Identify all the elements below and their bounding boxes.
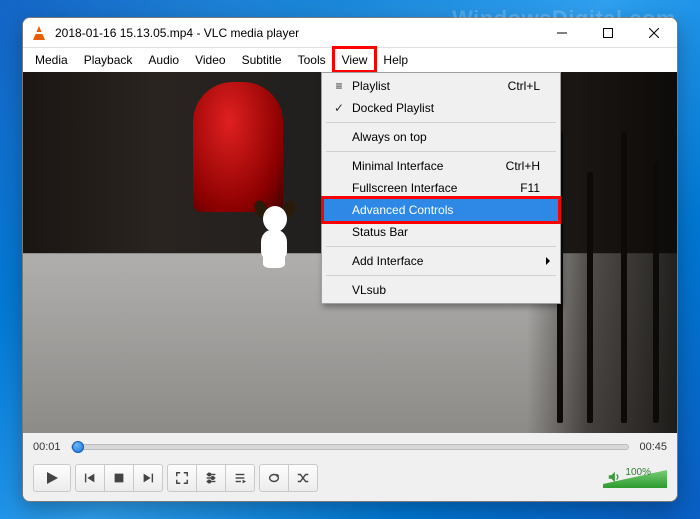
playlist-button[interactable] xyxy=(225,464,255,492)
volume-percent: 100% xyxy=(625,467,651,478)
shuffle-button[interactable] xyxy=(288,464,318,492)
menu-playback[interactable]: Playback xyxy=(76,48,141,71)
menu-item-add-interface[interactable]: Add Interface xyxy=(324,250,558,272)
play-button[interactable] xyxy=(33,464,71,492)
menu-item-playlist[interactable]: ≡ PlaylistCtrl+L xyxy=(324,75,558,97)
menu-item-vlsub[interactable]: VLsub xyxy=(324,279,558,301)
menubar: MediaPlaybackAudioVideoSubtitleToolsView… xyxy=(23,48,677,72)
menu-separator xyxy=(326,151,556,152)
time-total[interactable]: 00:45 xyxy=(639,441,667,453)
menu-item-docked-playlist[interactable]: ✓ Docked Playlist xyxy=(324,97,558,119)
chevron-right-icon xyxy=(546,257,550,265)
seek-knob[interactable] xyxy=(72,441,84,453)
list-icon: ≡ xyxy=(330,79,348,93)
extended-settings-button[interactable] xyxy=(196,464,226,492)
watermark-text: WindowsDigital.com xyxy=(452,6,676,32)
menu-item-accelerator: Ctrl+L xyxy=(508,79,540,93)
stop-button[interactable] xyxy=(104,464,134,492)
menu-item-minimal-interface[interactable]: Minimal InterfaceCtrl+H xyxy=(324,155,558,177)
menu-item-label: Add Interface xyxy=(352,254,540,268)
menu-item-always-on-top[interactable]: Always on top xyxy=(324,126,558,148)
menu-item-label: Minimal Interface xyxy=(352,159,506,173)
menu-help[interactable]: Help xyxy=(375,48,416,71)
menu-separator xyxy=(326,275,556,276)
control-panel: 00:01 00:45 xyxy=(23,433,677,501)
menu-item-label: Advanced Controls xyxy=(352,203,540,217)
fullscreen-button[interactable] xyxy=(167,464,197,492)
menu-separator xyxy=(326,122,556,123)
next-button[interactable] xyxy=(133,464,163,492)
menu-video[interactable]: Video xyxy=(187,48,233,71)
menu-item-label: Fullscreen Interface xyxy=(352,181,520,195)
menu-item-label: Docked Playlist xyxy=(352,101,540,115)
seek-slider[interactable] xyxy=(71,444,630,450)
vlc-cone-icon xyxy=(31,25,47,41)
time-elapsed[interactable]: 00:01 xyxy=(33,441,61,453)
menu-audio[interactable]: Audio xyxy=(140,48,187,71)
loop-button[interactable] xyxy=(259,464,289,492)
menu-tools[interactable]: Tools xyxy=(290,48,334,71)
menu-item-label: Always on top xyxy=(352,130,540,144)
menu-item-accelerator: F11 xyxy=(520,181,540,195)
menu-view[interactable]: View xyxy=(334,48,376,71)
menu-item-status-bar[interactable]: Status Bar xyxy=(324,221,558,243)
check-icon: ✓ xyxy=(330,101,348,115)
previous-button[interactable] xyxy=(75,464,105,492)
video-area[interactable]: ≡ PlaylistCtrl+L ✓ Docked Playlist Always on… xyxy=(23,72,677,433)
menu-item-label: Playlist xyxy=(352,79,508,93)
menu-separator xyxy=(326,246,556,247)
menu-item-accelerator: Ctrl+H xyxy=(506,159,540,173)
menu-media[interactable]: Media xyxy=(27,48,76,71)
menu-item-fullscreen-interface[interactable]: Fullscreen InterfaceF11 xyxy=(324,177,558,199)
video-content xyxy=(253,202,303,267)
view-menu-dropdown: ≡ PlaylistCtrl+L ✓ Docked Playlist Always on… xyxy=(321,72,561,304)
vlc-window: 2018-01-16 15.13.05.mp4 - VLC media play… xyxy=(22,17,678,502)
menu-item-label: VLsub xyxy=(352,283,540,297)
menu-item-advanced-controls[interactable]: Advanced Controls xyxy=(324,199,558,221)
menu-item-label: Status Bar xyxy=(352,225,540,239)
menu-subtitle[interactable]: Subtitle xyxy=(234,48,290,71)
